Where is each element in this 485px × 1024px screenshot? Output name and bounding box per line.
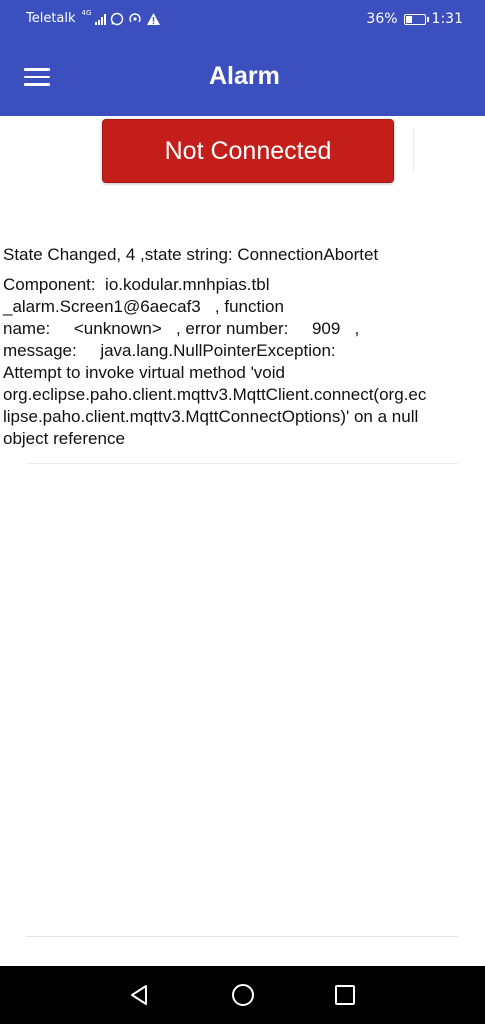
app-bar: Alarm [0,40,485,116]
battery-icon [403,13,429,25]
battery-percent: 36% [366,11,398,27]
status-left: Teletalk 4G [26,8,161,26]
card-bottom-divider [26,936,458,937]
recent-apps-square-icon[interactable] [331,981,359,1009]
card-top-divider [26,463,458,464]
status-right: 36% 1:31 [366,11,463,27]
network-type: 4G [81,8,92,17]
hamburger-menu-icon[interactable] [24,68,50,88]
divider [413,128,414,172]
home-circle-icon[interactable] [229,981,257,1009]
hotspot-icon [129,12,142,22]
status-bar: Teletalk 4G 36% 1:31 [0,0,485,40]
connection-status-button[interactable]: Not Connected [102,119,394,183]
warning-icon [147,12,161,25]
clock: 1:31 [431,11,463,27]
signal-icon [95,13,107,25]
carrier-name: Teletalk [26,11,76,26]
navigation-bar [0,966,485,1024]
error-message-text: Component: io.kodular.mnhpias.tbl _alarm… [3,275,427,448]
whatsapp-icon [111,12,124,25]
back-triangle-icon[interactable] [125,981,153,1009]
app-title: Alarm [209,62,280,90]
state-changed-text: State Changed, 4 ,state string: Connecti… [3,245,379,264]
